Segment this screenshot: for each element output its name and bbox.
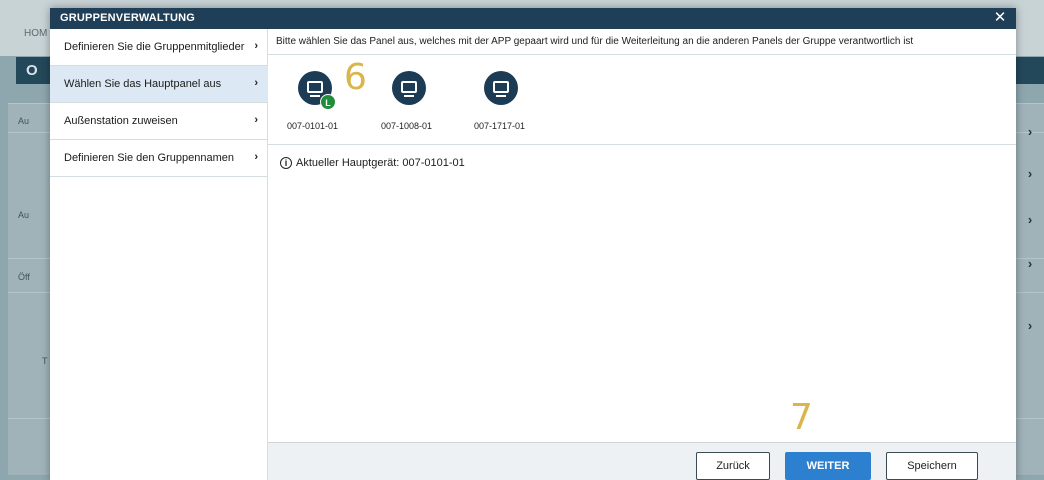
step-define-members[interactable]: Definieren Sie die Gruppenmitglieder › xyxy=(50,29,268,66)
step-label: Wählen Sie das Hauptpanel aus xyxy=(64,78,222,90)
chevron-right-icon: › xyxy=(254,40,258,52)
wizard-steps-sidebar: Definieren Sie die Gruppenmitglieder › W… xyxy=(50,29,268,480)
step-define-group-name[interactable]: Definieren Sie den Gruppennamen › xyxy=(50,140,268,177)
step-annotation: 6 xyxy=(344,57,367,98)
back-button[interactable]: Zurück xyxy=(696,452,770,480)
chevron-right-icon: › xyxy=(254,77,258,89)
chevron-right-icon: › xyxy=(254,151,258,163)
main-panel-badge: L xyxy=(320,94,336,110)
step-assign-outdoor-station[interactable]: Außenstation zuweisen › xyxy=(50,103,268,140)
main-content: Bitte wählen Sie das Panel aus, welches … xyxy=(268,29,1016,480)
panel-option[interactable]: 007-1008-01 xyxy=(381,55,482,145)
background-chevron-icon: › xyxy=(1027,165,1033,181)
panel-option[interactable]: L 007-0101-01 xyxy=(287,55,388,145)
background-chevron-icon: › xyxy=(1027,211,1033,227)
background-label: Au xyxy=(18,116,30,126)
background-label: T xyxy=(42,356,48,366)
next-button[interactable]: WEITER xyxy=(785,452,871,480)
step-label: Außenstation zuweisen xyxy=(64,115,178,127)
chevron-right-icon: › xyxy=(254,114,258,126)
save-button[interactable]: Speichern xyxy=(886,452,978,480)
panel-id: 007-0101-01 xyxy=(287,121,339,131)
step-annotation: 7 xyxy=(790,397,813,438)
current-main-panel-text: Aktueller Hauptgerät: 007-0101-01 xyxy=(296,157,465,169)
close-icon[interactable]: ✕ xyxy=(992,9,1008,27)
panel-id: 007-1008-01 xyxy=(381,121,433,131)
group-management-dialog: GRUPPENVERWALTUNG ✕ Definieren Sie die G… xyxy=(50,8,1016,480)
background-label: Au xyxy=(18,210,30,220)
current-main-panel: i Aktueller Hauptgerät: 007-0101-01 xyxy=(280,157,465,169)
step-select-main-panel[interactable]: Wählen Sie das Hauptpanel aus › xyxy=(50,66,268,103)
background-breadcrumb: HOM xyxy=(24,28,48,39)
panel-id: 007-1717-01 xyxy=(474,121,526,131)
monitor-icon xyxy=(392,71,426,105)
background-chevron-icon: › xyxy=(1027,255,1033,271)
step-label: Definieren Sie den Gruppennamen xyxy=(64,152,235,164)
dialog-title-bar: GRUPPENVERWALTUNG ✕ xyxy=(50,8,1016,29)
background-chevron-icon: › xyxy=(1027,317,1033,333)
monitor-icon xyxy=(484,71,518,105)
dialog-title: GRUPPENVERWALTUNG xyxy=(60,12,196,24)
instruction-text: Bitte wählen Sie das Panel aus, welches … xyxy=(268,29,1016,55)
panel-selector: L 007-0101-01 007-1008-01 007-1717-01 6 xyxy=(268,55,1016,145)
background-label: Öff xyxy=(18,272,30,282)
step-label: Definieren Sie die Gruppenmitglieder xyxy=(64,41,245,53)
background-chevron-icon: › xyxy=(1027,123,1033,139)
dialog-footer: Zurück WEITER Speichern xyxy=(268,442,1016,480)
monitor-icon: L xyxy=(298,71,336,110)
info-icon: i xyxy=(280,157,292,169)
panel-option[interactable]: 007-1717-01 xyxy=(474,55,574,145)
background-header-letter: O xyxy=(26,62,38,79)
